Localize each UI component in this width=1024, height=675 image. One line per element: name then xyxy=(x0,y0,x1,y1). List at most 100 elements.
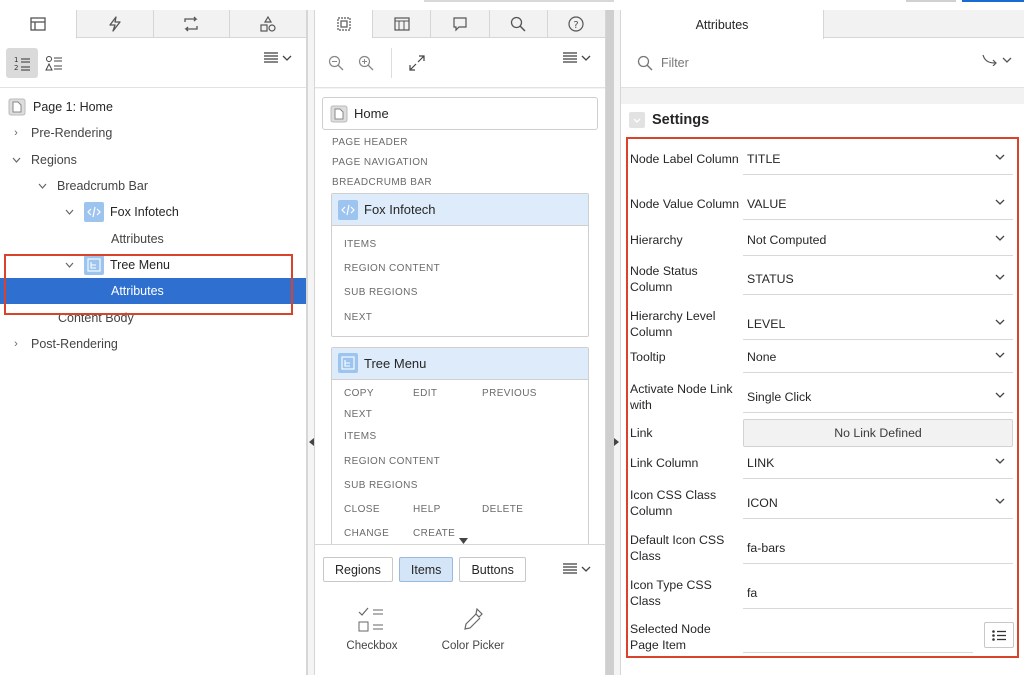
chevron-down-icon xyxy=(995,498,1005,504)
position-edit[interactable]: EDIT xyxy=(413,388,482,399)
position-close[interactable]: CLOSE xyxy=(344,504,413,515)
position-create[interactable]: CREATE xyxy=(413,528,482,539)
prop-select-hierarchy[interactable]: Not Computed xyxy=(743,224,1013,256)
page-designer: 12 Page 1: Home › Pre-Rendering Regions xyxy=(0,0,1024,675)
tree-region-icon xyxy=(84,254,104,275)
tree-node-attributes-1[interactable]: Attributes xyxy=(0,225,306,251)
prop-select-link-column[interactable]: LINK xyxy=(743,447,1013,479)
tree-node-pre-rendering[interactable]: › Pre-Rendering xyxy=(0,120,306,146)
left-menu-button[interactable] xyxy=(264,52,292,63)
tree-node-regions[interactable]: Regions xyxy=(0,147,306,173)
tree-node-breadcrumb-bar[interactable]: Breadcrumb Bar xyxy=(0,173,306,199)
position-region-content[interactable]: REGION CONTENT xyxy=(332,449,588,473)
position-next[interactable]: NEXT xyxy=(332,404,588,425)
eyedropper-icon xyxy=(464,607,483,630)
filter-input[interactable]: Filter xyxy=(661,56,689,70)
prop-input-default-icon-css-class[interactable]: fa-bars xyxy=(743,532,1013,564)
right-splitter[interactable] xyxy=(605,10,621,675)
chevron-down-icon[interactable] xyxy=(35,183,49,189)
comment-icon xyxy=(453,16,467,31)
position-copy[interactable]: COPY xyxy=(344,388,413,399)
section-page-header[interactable]: PAGE HEADER xyxy=(315,132,605,152)
tab-rendering[interactable] xyxy=(0,10,77,39)
gallery-tab-items[interactable]: Items xyxy=(398,557,454,582)
position-help[interactable]: HELP xyxy=(413,504,482,515)
prop-select-node-status-column[interactable]: STATUS xyxy=(743,263,1013,295)
tree-node-label: Fox Infotech xyxy=(110,205,179,220)
expand-button[interactable] xyxy=(402,48,432,78)
prop-select-hierarchy-level-column[interactable]: LEVEL xyxy=(743,308,1013,340)
prop-select-icon-css-class-column[interactable]: ICON xyxy=(743,487,1013,519)
tree-region-icon xyxy=(338,353,358,374)
tab-component-view[interactable] xyxy=(373,10,432,37)
tree-node-page[interactable]: Page 1: Home xyxy=(0,94,306,120)
list-picker-button[interactable] xyxy=(984,622,1014,648)
tab-search[interactable] xyxy=(490,10,548,37)
gallery-item-color-picker[interactable]: Color Picker xyxy=(433,606,513,652)
middle-menu-button[interactable] xyxy=(563,52,591,63)
left-splitter[interactable] xyxy=(307,10,315,675)
tab-dynamic-actions[interactable] xyxy=(77,10,154,37)
chevron-down-icon[interactable] xyxy=(62,209,76,216)
position-sub-regions[interactable]: SUB REGIONS xyxy=(332,473,588,497)
component-view-button[interactable] xyxy=(38,48,70,78)
chevron-right-icon[interactable]: › xyxy=(9,127,23,139)
hamburger-icon xyxy=(563,52,577,63)
zoom-in-button[interactable] xyxy=(351,48,381,78)
tree-view-button[interactable]: 12 xyxy=(6,47,38,78)
tab-processing[interactable] xyxy=(154,10,231,37)
gallery-menu-button[interactable] xyxy=(563,563,591,574)
tree-node-attributes-selected[interactable]: Attributes xyxy=(0,278,306,305)
prop-input-icon-type-css-class[interactable]: fa xyxy=(743,577,1013,609)
chevron-right-icon[interactable]: › xyxy=(9,338,23,350)
region-tree-menu[interactable]: Tree Menu COPY EDIT PREVIOUS NEXT ITEMS … xyxy=(331,346,589,544)
chevron-down-icon xyxy=(581,55,591,61)
position-sub-regions[interactable]: SUB REGIONS xyxy=(332,281,588,305)
position-delete[interactable]: DELETE xyxy=(482,504,551,515)
chevron-down-icon[interactable] xyxy=(62,262,76,268)
tree-node-fox-infotech[interactable]: Fox Infotech xyxy=(0,199,306,225)
settings-group-header[interactable]: Settings xyxy=(621,104,1024,136)
prop-select-activate-node-link-with[interactable]: Single Click xyxy=(743,381,1013,413)
region-title: Fox Infotech xyxy=(364,202,436,217)
prop-input-selected-node-page-item[interactable] xyxy=(743,621,973,653)
gallery-item-checkbox[interactable]: Checkbox xyxy=(332,606,412,652)
prop-value: Single Click xyxy=(747,389,812,404)
position-next[interactable]: NEXT xyxy=(332,305,588,329)
prop-select-tooltip[interactable]: None xyxy=(743,341,1013,373)
component-list-icon xyxy=(45,55,62,70)
region-fox-infotech[interactable]: Fox Infotech ITEMS REGION CONTENT SUB RE… xyxy=(331,193,589,337)
section-page-navigation[interactable]: PAGE NAVIGATION xyxy=(315,152,605,172)
tab-messages[interactable] xyxy=(431,10,490,37)
region-header[interactable]: Fox Infotech xyxy=(332,194,588,226)
tab-layout[interactable] xyxy=(315,10,374,39)
prop-select-node-value-column[interactable]: VALUE xyxy=(743,188,1013,220)
chevron-down-icon xyxy=(995,154,1005,160)
position-change[interactable]: CHANGE xyxy=(344,528,413,539)
link-builder-button[interactable]: No Link Defined xyxy=(743,419,1013,447)
position-previous[interactable]: PREVIOUS xyxy=(482,388,551,399)
tree-node-post-rendering[interactable]: › Post-Rendering xyxy=(0,331,306,357)
position-items[interactable]: ITEMS xyxy=(332,232,588,256)
collapse-icon[interactable] xyxy=(629,112,645,128)
page-home-box[interactable]: Home xyxy=(322,97,598,130)
tab-shared-components[interactable] xyxy=(230,10,306,37)
position-region-content[interactable]: REGION CONTENT xyxy=(332,256,588,280)
go-to-group-button[interactable] xyxy=(982,54,1012,66)
tab-attributes[interactable]: Attributes xyxy=(621,10,824,39)
zoom-out-button[interactable] xyxy=(321,48,351,78)
tree-node-tree-menu[interactable]: Tree Menu xyxy=(0,252,306,278)
tree-node-content-body[interactable]: Content Body xyxy=(0,304,306,330)
gallery-tab-buttons[interactable]: Buttons xyxy=(459,557,526,582)
prop-value: None xyxy=(747,349,777,364)
region-header[interactable]: Tree Menu xyxy=(332,347,588,380)
position-items[interactable]: ITEMS xyxy=(332,425,588,449)
section-breadcrumb-bar[interactable]: BREADCRUMB BAR xyxy=(315,172,605,192)
chevron-down-icon xyxy=(995,352,1005,358)
gallery-tab-regions[interactable]: Regions xyxy=(323,557,393,582)
prop-select-node-label-column[interactable]: TITLE xyxy=(743,143,1013,175)
tab-help[interactable]: ? xyxy=(548,10,605,37)
tree-node-label: Post-Rendering xyxy=(31,336,118,351)
chevron-down-icon[interactable] xyxy=(9,157,23,163)
chevron-down-icon xyxy=(995,319,1005,325)
